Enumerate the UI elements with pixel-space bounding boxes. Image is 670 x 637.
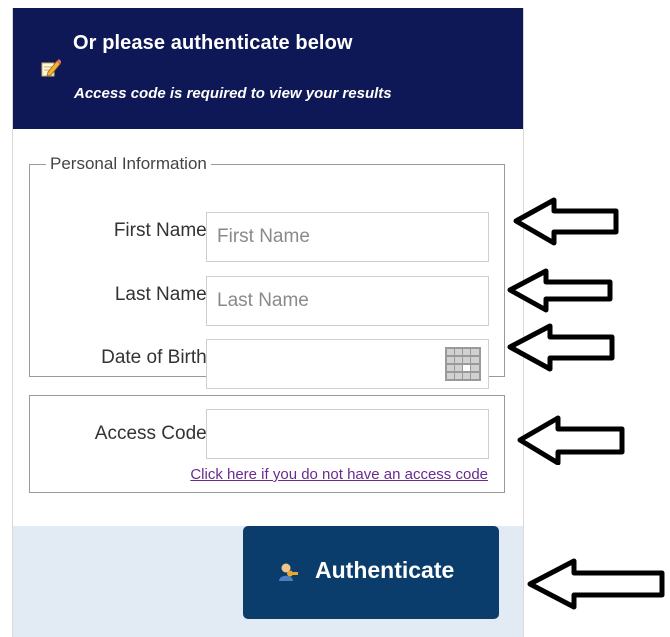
header-title: Or please authenticate below bbox=[73, 32, 353, 54]
left-arrow-icon bbox=[507, 268, 613, 313]
date-of-birth-label: Date of Birth: bbox=[101, 347, 212, 368]
first-name-input[interactable] bbox=[206, 212, 489, 262]
authenticate-button-label: Authenticate bbox=[315, 557, 455, 583]
last-name-input[interactable] bbox=[206, 276, 489, 326]
left-arrow-icon bbox=[507, 323, 615, 372]
user-key-icon bbox=[279, 563, 298, 581]
personal-information-group: Personal Information First Name: Last Na… bbox=[29, 154, 505, 389]
left-arrow-icon bbox=[513, 197, 619, 246]
left-arrow-icon bbox=[527, 558, 665, 610]
header-subtitle: Access code is required to view your res… bbox=[74, 85, 392, 102]
personal-information-legend: Personal Information bbox=[50, 154, 207, 173]
no-access-code-link[interactable]: Click here if you do not have an access … bbox=[190, 466, 488, 483]
access-code-label: Access Code: bbox=[94, 423, 212, 444]
left-arrow-icon bbox=[517, 415, 625, 465]
header-banner: Or please authenticate below Access code… bbox=[13, 8, 523, 129]
pencil-icon bbox=[41, 59, 61, 77]
first-name-label: First Name: bbox=[113, 220, 212, 241]
last-name-label: Last Name: bbox=[114, 284, 212, 305]
authenticate-button[interactable]: Authenticate bbox=[243, 526, 499, 619]
calendar-icon[interactable] bbox=[445, 347, 481, 381]
access-code-group: Access Code: Click here if you do not ha… bbox=[29, 395, 505, 493]
access-code-input[interactable] bbox=[206, 409, 489, 459]
